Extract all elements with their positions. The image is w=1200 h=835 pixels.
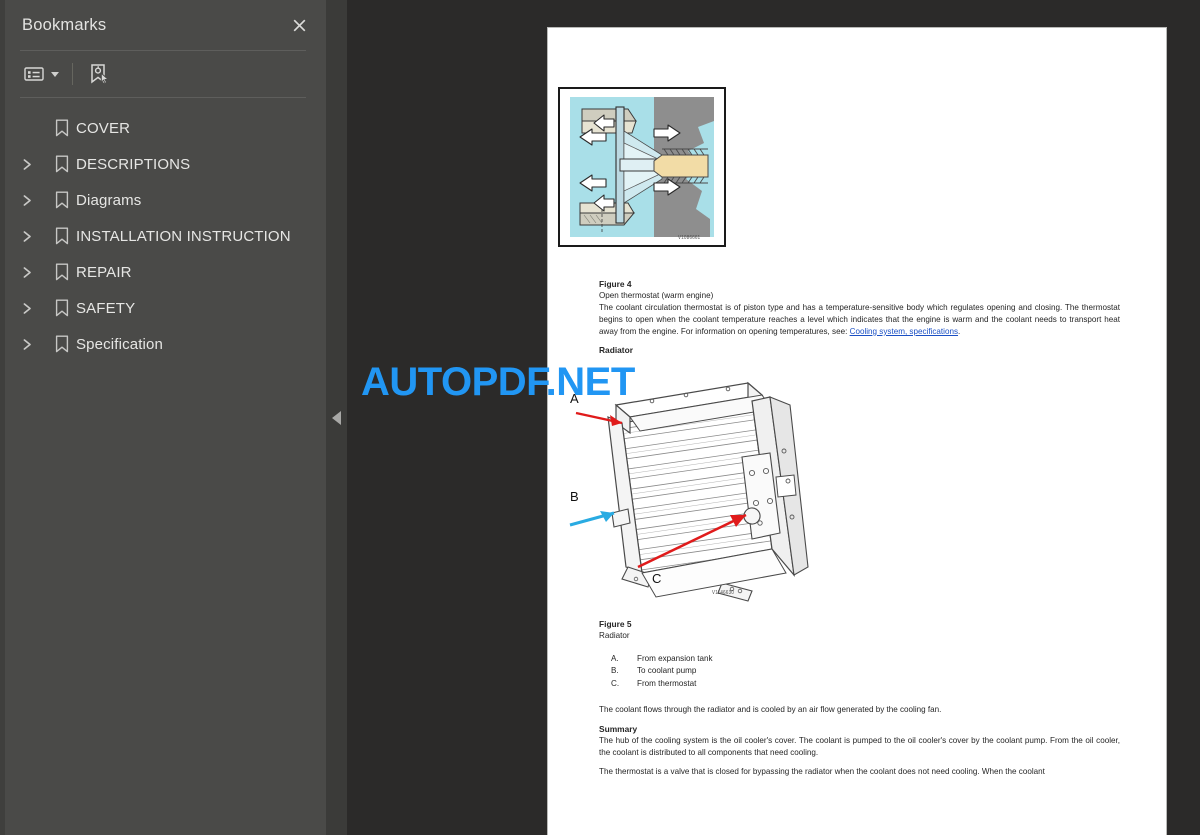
figure-5-legend: A. From expansion tank B. To coolant pum… (599, 653, 1120, 690)
bookmark-item-installation-instruction[interactable]: INSTALLATION INSTRUCTION (0, 218, 326, 254)
legend-item-c: C. From thermostat (599, 678, 1120, 690)
figure-4-thermostat-image: V1086661 (558, 87, 726, 247)
legend-text: From expansion tank (637, 654, 713, 663)
legend-item-a: A. From expansion tank (599, 653, 1120, 665)
bookmark-item-cover[interactable]: COVER (0, 110, 326, 146)
bookmarks-panel: Bookmarks COVER DESCRIPTIONS Diagrams IN… (0, 0, 326, 835)
bookmark-item-label: INSTALLATION INSTRUCTION (76, 227, 291, 245)
thermostat-paragraph: The coolant circulation thermostat is of… (599, 302, 1120, 337)
bookmark-icon (48, 119, 76, 137)
legend-item-b: B. To coolant pump (599, 665, 1120, 677)
legend-key: C. (611, 678, 620, 688)
panel-left-edge (0, 0, 5, 835)
svg-text:C: C (652, 571, 661, 586)
bookmark-item-descriptions[interactable]: DESCRIPTIONS (0, 146, 326, 182)
bookmarks-list: COVER DESCRIPTIONS Diagrams INSTALLATION… (0, 98, 326, 362)
panel-splitter[interactable] (326, 0, 347, 835)
coolant-flow-paragraph: The coolant flows through the radiator a… (599, 704, 942, 714)
radiator-heading: Radiator (599, 345, 633, 356)
bookmark-item-label: DESCRIPTIONS (76, 155, 191, 173)
bookmark-item-label: SAFETY (76, 299, 136, 317)
chevron-right-icon[interactable] (22, 122, 48, 135)
cooling-system-specifications-link[interactable]: Cooling system, specifications (850, 327, 958, 336)
toolbar-separator (72, 63, 73, 85)
figure-5-caption-block: Figure 5 Radiator A. From expansion tank… (599, 618, 1120, 777)
bookmark-item-label: COVER (76, 119, 131, 137)
bookmark-item-safety[interactable]: SAFETY (0, 290, 326, 326)
watermark: AUTOPDF.NET (361, 360, 635, 404)
close-icon[interactable] (286, 12, 312, 38)
bookmark-item-specification[interactable]: Specification (0, 326, 326, 362)
pdf-reader-window: Bookmarks COVER DESCRIPTIONS Diagrams IN… (0, 0, 1200, 835)
bookmark-item-label: Diagrams (76, 191, 142, 209)
chevron-right-icon[interactable] (22, 302, 48, 315)
bookmark-item-diagrams[interactable]: Diagrams (0, 182, 326, 218)
legend-text: From thermostat (637, 678, 697, 688)
figure-5-title: Figure 5 (599, 619, 632, 629)
legend-key: A. (611, 654, 619, 663)
figure-4-title: Figure 4 (599, 279, 632, 289)
bookmark-item-label: Specification (76, 335, 163, 353)
figure-4-caption-block: Figure 4 Open thermostat (warm engine) T… (599, 278, 1120, 357)
pdf-page: V1086661 A B C V1146630 Figure 4 Open th… (547, 27, 1167, 835)
bookmark-icon (48, 299, 76, 317)
bookmark-icon (48, 191, 76, 209)
chevron-right-icon[interactable] (22, 230, 48, 243)
chevron-right-icon[interactable] (22, 266, 48, 279)
chevron-right-icon[interactable] (22, 158, 48, 171)
legend-text: To coolant pump (637, 666, 697, 676)
bookmark-item-label: REPAIR (76, 263, 132, 281)
collapse-panel-button[interactable] (326, 410, 347, 425)
pdf-viewer[interactable]: V1086661 A B C V1146630 Figure 4 Open th… (347, 0, 1200, 835)
thermostat-valve-paragraph: The thermostat is a valve that is closed… (599, 766, 1045, 776)
bookmarks-panel-header: Bookmarks (0, 0, 326, 50)
chevron-right-icon[interactable] (22, 338, 48, 351)
chevron-down-icon (51, 71, 59, 77)
summary-paragraph: The hub of the cooling system is the oil… (599, 735, 1120, 757)
figure-5-code: V1146630 (712, 589, 735, 596)
bookmark-icon (48, 227, 76, 245)
chevron-right-icon[interactable] (22, 194, 48, 207)
summary-heading: Summary (599, 723, 638, 734)
svg-text:B: B (570, 489, 579, 504)
thermostat-paragraph-period: . (958, 326, 961, 336)
figure-4-code: V1086661 (678, 234, 701, 241)
new-bookmark-icon[interactable] (84, 60, 114, 88)
figure-4-subtitle: Open thermostat (warm engine) (599, 291, 714, 301)
bookmarks-toolbar (0, 51, 326, 97)
triangle-left-icon (332, 410, 341, 425)
bookmark-icon (48, 263, 76, 281)
bookmark-item-repair[interactable]: REPAIR (0, 254, 326, 290)
list-options-icon[interactable] (20, 63, 63, 85)
panel-title: Bookmarks (22, 15, 107, 34)
legend-key: B. (611, 666, 619, 676)
bookmark-icon (48, 155, 76, 173)
bookmark-icon (48, 335, 76, 353)
figure-5-subtitle: Radiator (599, 631, 630, 641)
